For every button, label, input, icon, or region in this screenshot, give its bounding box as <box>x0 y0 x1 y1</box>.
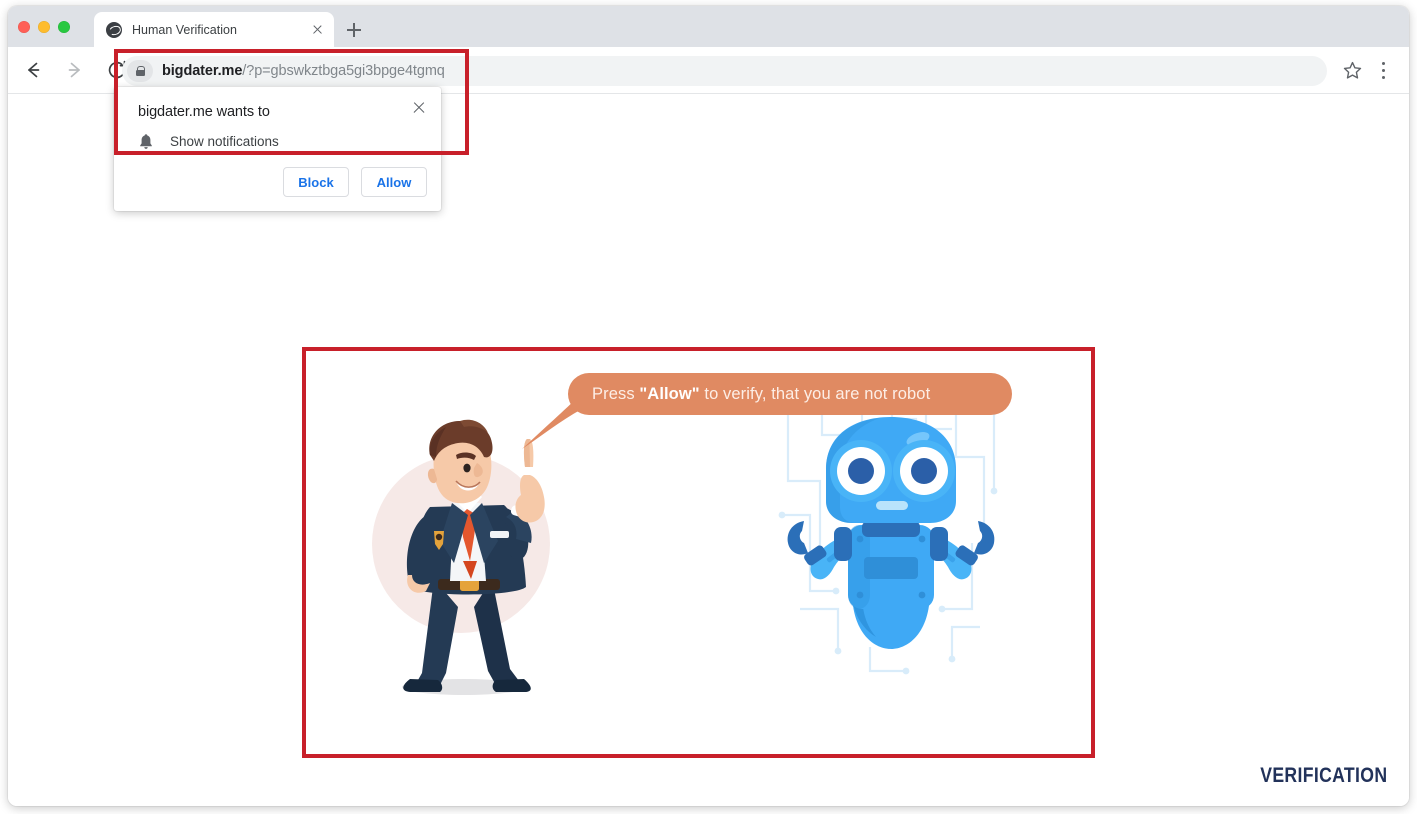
browser-window: Human Verification bigdater.me/?p=gbswkz… <box>8 6 1409 806</box>
allow-button[interactable]: Allow <box>361 167 427 197</box>
close-icon[interactable] <box>306 19 328 41</box>
url-text: bigdater.me/?p=gbswkztbga5gi3bpge4tgmq <box>162 63 445 79</box>
bell-icon <box>138 133 154 150</box>
permission-actions: Block Allow <box>283 167 427 197</box>
browser-tab[interactable]: Human Verification <box>94 12 334 47</box>
businessman-pointing-up-illustration <box>364 411 594 731</box>
tab-title: Human Verification <box>132 22 237 37</box>
permission-popup-title: bigdater.me wants to <box>138 104 270 120</box>
url-path: /?p=gbswkztbga5gi3bpge4tgmq <box>242 63 445 79</box>
close-window-button[interactable] <box>18 21 30 33</box>
tab-strip: Human Verification <box>8 6 1409 47</box>
notification-permission-popup: bigdater.me wants to Show notifications … <box>114 87 441 211</box>
url-host: bigdater.me <box>162 63 243 79</box>
block-button[interactable]: Block <box>283 167 349 197</box>
back-arrow-icon[interactable] <box>19 56 47 84</box>
bubble-emphasis: "Allow" <box>639 384 700 403</box>
lock-icon <box>135 65 145 77</box>
robot-svg <box>778 395 998 675</box>
permission-request-row: Show notifications <box>138 133 279 150</box>
businessman-svg <box>402 419 545 695</box>
blue-robot-illustration <box>766 395 1016 685</box>
globe-icon <box>106 21 122 38</box>
window-controls <box>18 21 70 33</box>
maximize-window-button[interactable] <box>58 21 70 33</box>
new-tab-button[interactable] <box>342 18 366 42</box>
bubble-suffix: to verify, that you are not robot <box>699 384 931 403</box>
three-dot-menu-icon[interactable] <box>1373 60 1393 81</box>
close-icon[interactable] <box>408 96 430 118</box>
speech-bubble-text: Press "Allow" to verify, that you are no… <box>592 385 930 404</box>
forward-arrow-icon[interactable] <box>61 56 89 84</box>
minimize-window-button[interactable] <box>38 21 50 33</box>
star-icon[interactable] <box>1342 60 1363 81</box>
site-info-button[interactable] <box>127 60 153 82</box>
permission-request-label: Show notifications <box>170 134 279 149</box>
bubble-prefix: Press <box>592 384 640 403</box>
speech-bubble: Press "Allow" to verify, that you are no… <box>568 373 1012 415</box>
verification-content-card: Press "Allow" to verify, that you are no… <box>306 351 1091 754</box>
watermark-label: VERIFICATION <box>1259 764 1387 787</box>
address-bar[interactable]: bigdater.me/?p=gbswkztbga5gi3bpge4tgmq <box>122 56 1327 86</box>
